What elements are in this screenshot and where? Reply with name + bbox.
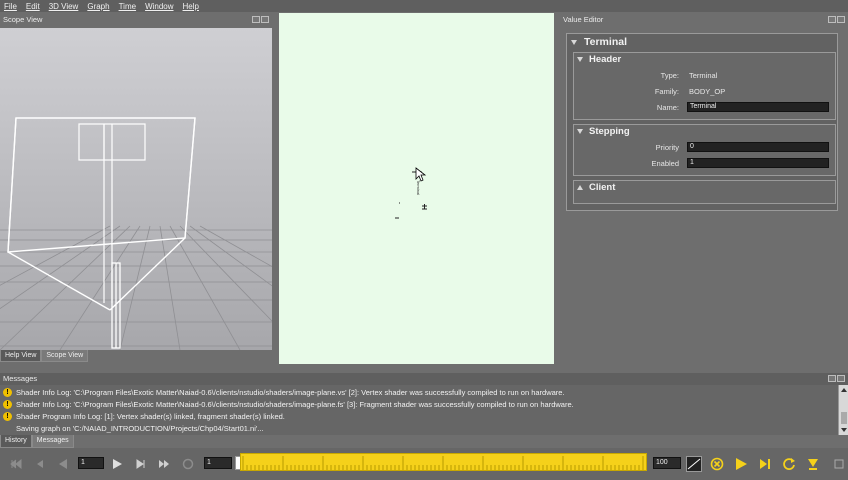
family-label: Family: (654, 87, 679, 96)
value-editor: Terminal Header Type: Terminal Family: B… (566, 33, 838, 211)
viewport-3d (0, 28, 272, 350)
close-panel-button[interactable] (837, 16, 845, 23)
menu-time[interactable]: Time (119, 2, 136, 11)
enabled-label: Enabled (651, 159, 679, 168)
client-group-title: Client (589, 182, 616, 193)
scope-viewport[interactable] (0, 28, 272, 350)
node-title: Terminal (584, 36, 627, 48)
messages-panel-header: Messages (0, 373, 848, 385)
stepping-group-title: Stepping (589, 126, 630, 137)
scope-panel-controls (252, 16, 269, 23)
collapse-triangle-icon[interactable] (577, 129, 583, 134)
warning-icon: ! (3, 399, 12, 409)
messages-tab-bar: History Messages (0, 435, 74, 448)
close-panel-button[interactable] (261, 16, 269, 23)
filter-down-icon[interactable] (806, 457, 820, 471)
type-label: Type: (660, 71, 679, 80)
messages-panel-controls (828, 375, 845, 382)
timeline-bar: 1 1 100 (0, 448, 848, 480)
header-group: Header Type: Terminal Family: BODY_OP Na… (573, 52, 836, 120)
plug-connector-icon (395, 202, 427, 219)
message-text: Shader Info Log: 'C:\Program Files\Exoti… (16, 387, 565, 397)
enabled-field[interactable]: 1 (687, 158, 829, 168)
tab-messages[interactable]: Messages (31, 435, 74, 448)
value-editor-panel-title: Value Editor (563, 15, 604, 24)
float-panel-button[interactable] (828, 375, 836, 382)
curve-editor-icon[interactable] (686, 456, 702, 472)
message-row[interactable]: Saving graph on 'C:/NAIAD_INTRODUCTION/P… (0, 422, 264, 434)
message-row[interactable]: ! Shader Program Info Log: [1]: Vertex s… (0, 410, 285, 422)
float-panel-button[interactable] (828, 16, 836, 23)
graph-canvas[interactable]: Terminal (279, 13, 554, 364)
timeline-options-icon[interactable] (832, 457, 846, 471)
family-value: BODY_OP (689, 87, 726, 96)
priority-label: Priority (655, 143, 679, 152)
simulate-play-icon[interactable] (734, 457, 748, 471)
message-row[interactable]: ! Shader Info Log: 'C:\Program Files\Exo… (0, 386, 565, 398)
stepping-group: Stepping Priority 0 Enabled 1 (573, 124, 836, 176)
collapse-triangle-icon[interactable] (577, 57, 583, 62)
play-forward-icon[interactable] (110, 457, 124, 471)
warning-icon: ! (3, 387, 12, 397)
scroll-up-icon (841, 388, 847, 392)
tab-help-view[interactable]: Help View (0, 350, 42, 362)
scroll-thumb (841, 412, 847, 424)
header-group-title: Header (589, 54, 622, 65)
menu-file[interactable]: File (4, 2, 17, 11)
message-text: Saving graph on 'C:/NAIAD_INTRODUCTION/P… (16, 423, 264, 433)
name-label: Name: (656, 103, 679, 112)
refresh-icon[interactable] (782, 457, 796, 471)
messages-panel-title: Messages (3, 374, 38, 383)
close-panel-button[interactable] (837, 375, 845, 382)
message-text: Shader Info Log: 'C:\Program Files\Exoti… (16, 399, 574, 409)
priority-field[interactable]: 0 (687, 142, 829, 152)
time-slider-ticks (242, 456, 644, 470)
collapse-triangle-icon[interactable] (571, 40, 577, 45)
step-size-field[interactable]: 1 (78, 457, 104, 469)
type-value: Terminal (689, 71, 718, 80)
menu-bar: File Edit 3D View Graph Time Window Help (0, 0, 848, 12)
skip-to-end-icon[interactable] (157, 457, 171, 471)
message-text: Shader Program Info Log: [1]: Vertex sha… (16, 411, 285, 421)
loop-icon[interactable] (181, 457, 195, 471)
message-row[interactable]: ! Shader Info Log: 'C:\Program Files\Exo… (0, 398, 574, 410)
name-field[interactable]: Terminal (687, 102, 829, 112)
terminal-node-label: Terminal (416, 180, 421, 195)
scroll-down-icon (841, 428, 847, 432)
scrollbar-arrows (841, 388, 847, 432)
step-forward-icon[interactable] (134, 457, 148, 471)
value-editor-panel-controls (828, 16, 845, 23)
simulate-step-icon[interactable] (758, 457, 772, 471)
tab-history[interactable]: History (0, 435, 32, 448)
menu-window[interactable]: Window (145, 2, 173, 11)
menu-help[interactable]: Help (183, 2, 199, 11)
menu-graph[interactable]: Graph (87, 2, 109, 11)
scope-tab-bar: Help View Scope View (0, 350, 89, 362)
graph-view: Terminal (395, 167, 427, 219)
messages-scrollbar[interactable] (838, 385, 848, 435)
step-back-icon[interactable] (33, 457, 47, 471)
menu-3d-view[interactable]: 3D View (49, 2, 79, 11)
tab-scope-view[interactable]: Scope View (41, 350, 89, 362)
skip-to-start-icon[interactable] (9, 457, 23, 471)
messages-list[interactable]: ! Shader Info Log: 'C:\Program Files\Exo… (0, 385, 838, 435)
current-frame-field[interactable]: 1 (204, 457, 232, 469)
play-backward-icon[interactable] (56, 457, 70, 471)
scope-panel-title: Scope View (3, 15, 43, 24)
client-group: Client (573, 180, 836, 204)
float-panel-button[interactable] (252, 16, 260, 23)
menu-edit[interactable]: Edit (26, 2, 40, 11)
end-frame-field[interactable]: 100 (653, 457, 681, 469)
expand-triangle-icon[interactable] (577, 185, 583, 190)
time-slider[interactable] (240, 453, 647, 471)
stop-icon[interactable] (710, 457, 724, 471)
warning-icon: ! (3, 411, 12, 421)
